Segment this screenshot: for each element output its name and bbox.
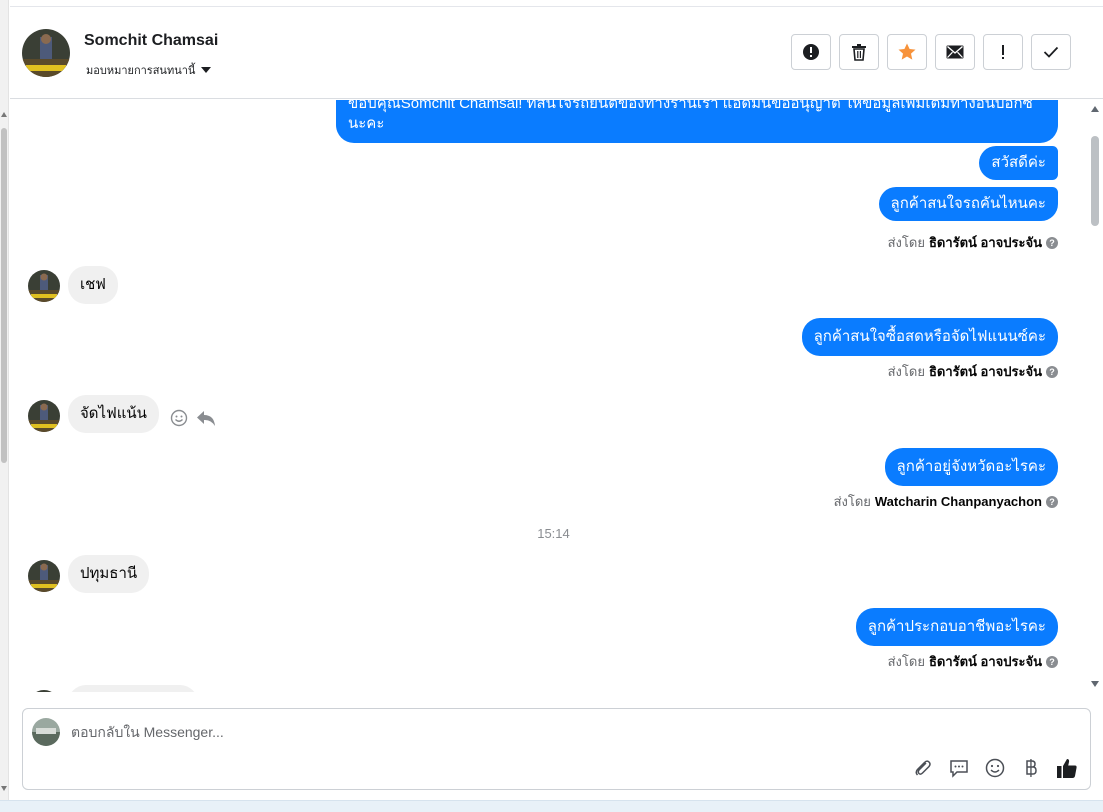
outgoing-message[interactable]: ลูกค้าสนใจซื้อสดหรือจัดไฟแนนซ์คะ xyxy=(801,318,1058,356)
trash-icon xyxy=(852,44,866,61)
scroll-up-arrow-icon[interactable] xyxy=(1,112,7,117)
incoming-message[interactable]: ปทุมธานี xyxy=(68,555,150,593)
message-timestamp: 15:14 xyxy=(537,526,570,541)
outgoing-message[interactable]: ลูกค้าประกอบอาชีพอะไรคะ xyxy=(855,608,1058,646)
scroll-down-arrow-icon[interactable] xyxy=(1091,681,1099,687)
help-icon[interactable]: ? xyxy=(1046,236,1058,249)
sender-name: ธิดารัตน์ อาจประจัน xyxy=(928,654,1042,669)
check-icon xyxy=(1043,46,1059,58)
contact-avatar[interactable] xyxy=(28,400,60,432)
message-text: ลูกค้าอยู่จังหวัดอะไรคะ xyxy=(896,458,1046,475)
important-button[interactable] xyxy=(983,34,1023,70)
incoming-message[interactable]: จัดไฟแน้น xyxy=(68,395,159,433)
contact-avatar[interactable] xyxy=(28,560,60,592)
sender-name: ธิดารัตน์ อาจประจัน xyxy=(928,235,1042,250)
message-text: จัดไฟแน้น xyxy=(80,405,147,422)
help-icon[interactable]: ? xyxy=(1046,495,1058,508)
outgoing-message[interactable]: ลูกค้าสนใจรถคันไหนคะ xyxy=(878,187,1058,221)
assign-conversation-dropdown[interactable]: มอบหมายการสนทนานี้ xyxy=(86,61,212,79)
message-text: ลูกค้าประกอบอาชีพอะไรคะ xyxy=(867,618,1046,635)
delete-button[interactable] xyxy=(839,34,879,70)
paperclip-icon[interactable] xyxy=(912,757,934,779)
mark-unread-button[interactable] xyxy=(935,34,975,70)
incoming-message[interactable]: เชฟ xyxy=(68,266,118,304)
help-icon[interactable]: ? xyxy=(1046,365,1058,378)
thread-scrollbar-thumb[interactable] xyxy=(1091,136,1099,226)
message-text: เชฟ xyxy=(80,276,106,293)
sent-by-label: ส่งโดย ธิดารัตน์ อาจประจัน ? xyxy=(888,651,1058,672)
outgoing-message[interactable]: สวัสดีค่ะ xyxy=(979,146,1058,180)
outgoing-message[interactable]: ขอบคุณSomchit Chamsai! ที่สนใจรถยนต์ของท… xyxy=(336,100,1058,143)
page-avatar xyxy=(32,718,60,746)
reply-input[interactable] xyxy=(71,721,971,743)
reply-composer xyxy=(22,708,1091,790)
page-scrollbar-thumb[interactable] xyxy=(1,128,7,463)
exclamation-icon xyxy=(1002,45,1004,59)
sent-by-label: ส่งโดย ธิดารัตน์ อาจประจัน ? xyxy=(888,361,1058,382)
contact-avatar[interactable] xyxy=(28,690,60,692)
caret-down-icon xyxy=(201,67,212,73)
assign-label: มอบหมายการสนทนานี้ xyxy=(86,65,196,77)
message-text: ลูกค้าสนใจรถคันไหนคะ xyxy=(890,195,1046,212)
composer-toolbar xyxy=(912,757,1078,779)
emoji-icon[interactable] xyxy=(984,757,1006,779)
help-icon[interactable]: ? xyxy=(1046,655,1058,668)
thumbs-up-icon[interactable] xyxy=(1056,757,1078,779)
conversation-header: Somchit Chamsai มอบหมายการสนทนานี้ xyxy=(10,6,1103,99)
scroll-down-arrow-icon[interactable] xyxy=(1,786,7,791)
message-actions xyxy=(170,409,216,427)
scroll-up-arrow-icon[interactable] xyxy=(1091,106,1099,112)
conversation-toolbar xyxy=(791,34,1071,70)
sent-by-label: ส่งโดย ธิดารัตน์ อาจประจัน ? xyxy=(888,232,1058,253)
outgoing-message[interactable]: ลูกค้าอยู่จังหวัดอะไรคะ xyxy=(884,448,1058,486)
reply-icon[interactable] xyxy=(196,409,216,427)
sender-name: Watcharin Chanpanyachon xyxy=(874,494,1042,509)
star-icon xyxy=(898,43,916,60)
message-text: ปทุมธานี xyxy=(80,565,138,582)
contact-avatar[interactable] xyxy=(22,29,70,77)
message-text: ขอบคุณSomchit Chamsai! ที่สนใจรถยนต์ของท… xyxy=(348,100,1033,132)
page-bottom-strip xyxy=(0,800,1103,812)
message-thread[interactable]: ขอบคุณSomchit Chamsai! ที่สนใจรถยนต์ของท… xyxy=(10,100,1087,692)
chat-bubble-icon[interactable] xyxy=(948,757,970,779)
page-scrollbar[interactable] xyxy=(0,0,9,800)
react-emoji-icon[interactable] xyxy=(170,409,188,427)
message-text: ลูกค้าสนใจซื้อสดหรือจัดไฟแนนซ์คะ xyxy=(813,328,1046,345)
incoming-message[interactable] xyxy=(68,685,198,692)
thread-scrollbar[interactable] xyxy=(1087,100,1103,692)
done-button[interactable] xyxy=(1031,34,1071,70)
sender-name: ธิดารัตน์ อาจประจัน xyxy=(928,364,1042,379)
contact-name[interactable]: Somchit Chamsai xyxy=(84,32,218,50)
report-button[interactable] xyxy=(791,34,831,70)
sent-by-label: ส่งโดย Watcharin Chanpanyachon ? xyxy=(834,491,1058,512)
envelope-icon xyxy=(946,45,964,59)
message-text: สวัสดีค่ะ xyxy=(991,154,1046,171)
contact-avatar[interactable] xyxy=(28,270,60,302)
alert-circle-icon xyxy=(803,44,819,60)
star-button[interactable] xyxy=(887,34,927,70)
baht-icon[interactable] xyxy=(1020,757,1042,779)
